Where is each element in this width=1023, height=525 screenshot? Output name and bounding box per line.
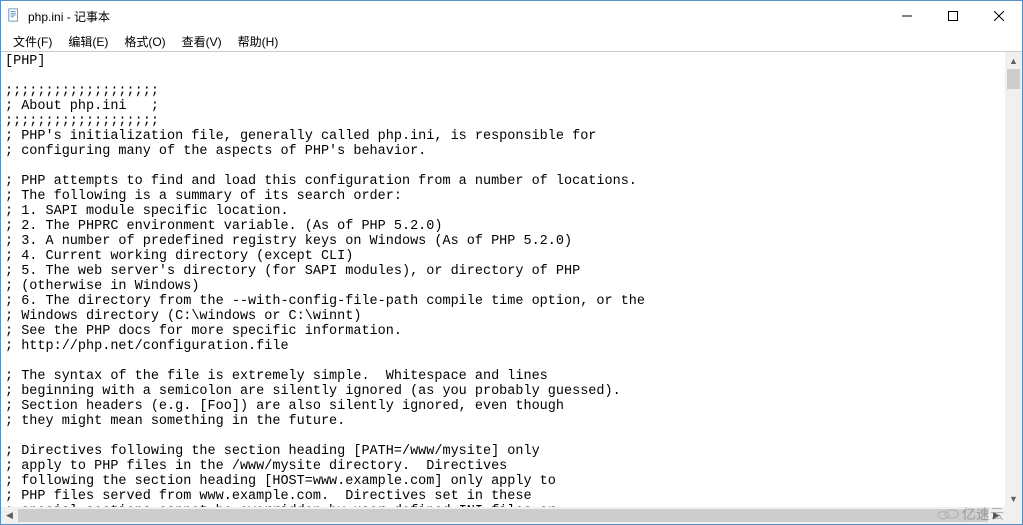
menu-format[interactable]: 格式(O) bbox=[116, 31, 173, 52]
minimize-button[interactable] bbox=[884, 1, 930, 31]
horizontal-scrollbar[interactable]: ◀ ▶ bbox=[1, 507, 1022, 524]
scroll-right-arrow[interactable]: ▶ bbox=[988, 507, 1005, 524]
app-icon bbox=[7, 8, 23, 24]
title-bar: php.ini - 记事本 bbox=[1, 1, 1022, 31]
text-content[interactable]: [PHP] ;;;;;;;;;;;;;;;;;;; ; About php.in… bbox=[1, 52, 1022, 524]
window-controls bbox=[884, 1, 1022, 31]
vertical-scroll-thumb[interactable] bbox=[1007, 69, 1020, 89]
close-button[interactable] bbox=[976, 1, 1022, 31]
notepad-window: php.ini - 记事本 文件(F) 编辑(E) 格式(O) 查看(V) 帮助… bbox=[0, 0, 1023, 525]
menu-file[interactable]: 文件(F) bbox=[5, 31, 60, 52]
menu-edit[interactable]: 编辑(E) bbox=[60, 31, 116, 52]
horizontal-scroll-thumb[interactable] bbox=[18, 509, 988, 522]
menu-bar: 文件(F) 编辑(E) 格式(O) 查看(V) 帮助(H) bbox=[1, 31, 1022, 52]
scroll-down-arrow[interactable]: ▼ bbox=[1005, 490, 1022, 507]
menu-view[interactable]: 查看(V) bbox=[174, 31, 230, 52]
editor-area: [PHP] ;;;;;;;;;;;;;;;;;;; ; About php.in… bbox=[1, 52, 1022, 524]
maximize-button[interactable] bbox=[930, 1, 976, 31]
vertical-scrollbar[interactable]: ▲ ▼ bbox=[1005, 52, 1022, 507]
scroll-up-arrow[interactable]: ▲ bbox=[1005, 52, 1022, 69]
scroll-left-arrow[interactable]: ◀ bbox=[1, 507, 18, 524]
window-title: php.ini - 记事本 bbox=[28, 8, 884, 25]
menu-help[interactable]: 帮助(H) bbox=[230, 31, 287, 52]
